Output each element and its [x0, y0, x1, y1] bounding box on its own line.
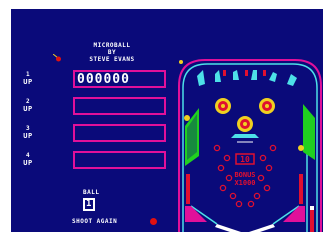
- lane-targets: [223, 70, 266, 76]
- ball-count: 1: [83, 198, 95, 211]
- shoot-again-label: SHOOT AGAIN: [72, 218, 118, 225]
- center-target-value: 10: [240, 155, 250, 164]
- player-label-3: 3 UP: [21, 126, 35, 141]
- player-up: UP: [23, 105, 33, 113]
- player-row-2: 2 UP: [11, 97, 171, 119]
- outlane-right: [299, 174, 303, 204]
- pop-bumper-left-icon: [215, 98, 231, 114]
- player-row-4: 4 UP: [11, 151, 171, 173]
- shoot-again-light-icon: [150, 218, 157, 225]
- center-gate: [231, 134, 259, 138]
- outlane-left: [186, 174, 190, 204]
- pinball-table: 10 BONUS X1000: [178, 59, 322, 232]
- bonus-label: BONUS: [234, 171, 255, 179]
- bonus-value: X1000: [234, 179, 255, 187]
- score-value: 000000: [77, 72, 130, 87]
- score-box-3: [73, 124, 166, 142]
- score-box-2: [73, 97, 166, 115]
- title-line3: STEVE EVANS: [89, 56, 135, 63]
- player-up: UP: [23, 78, 33, 86]
- player-row-1: 1 UP 000000: [11, 70, 171, 92]
- right-ramp: [303, 104, 315, 160]
- rollover-light-icon: [179, 60, 183, 64]
- left-kicker-icon: [184, 115, 190, 121]
- pop-bumper-center-icon: [237, 116, 253, 132]
- player-label-4: 4 UP: [21, 153, 35, 168]
- player-label-2: 2 UP: [21, 99, 35, 114]
- title-line1: MICROBALL: [93, 42, 131, 49]
- player-label-1: 1 UP: [21, 72, 35, 87]
- player-row-3: 3 UP: [11, 124, 171, 146]
- left-flipper-icon: [215, 224, 241, 232]
- right-kicker-icon: [298, 145, 304, 151]
- right-flipper-icon: [249, 224, 275, 232]
- pop-bumper-right-icon: [259, 98, 275, 114]
- game-title: MICROBALL BY STEVE EVANS: [57, 42, 167, 63]
- player-up: UP: [23, 132, 33, 140]
- title-line2: BY: [107, 49, 117, 56]
- score-box-1: 000000: [73, 70, 166, 88]
- player-up: UP: [23, 159, 33, 167]
- score-box-4: [73, 151, 166, 169]
- ball-label: BALL: [83, 189, 100, 196]
- game-screen: MICROBALL BY STEVE EVANS 1 UP 000000 2 U…: [11, 9, 323, 232]
